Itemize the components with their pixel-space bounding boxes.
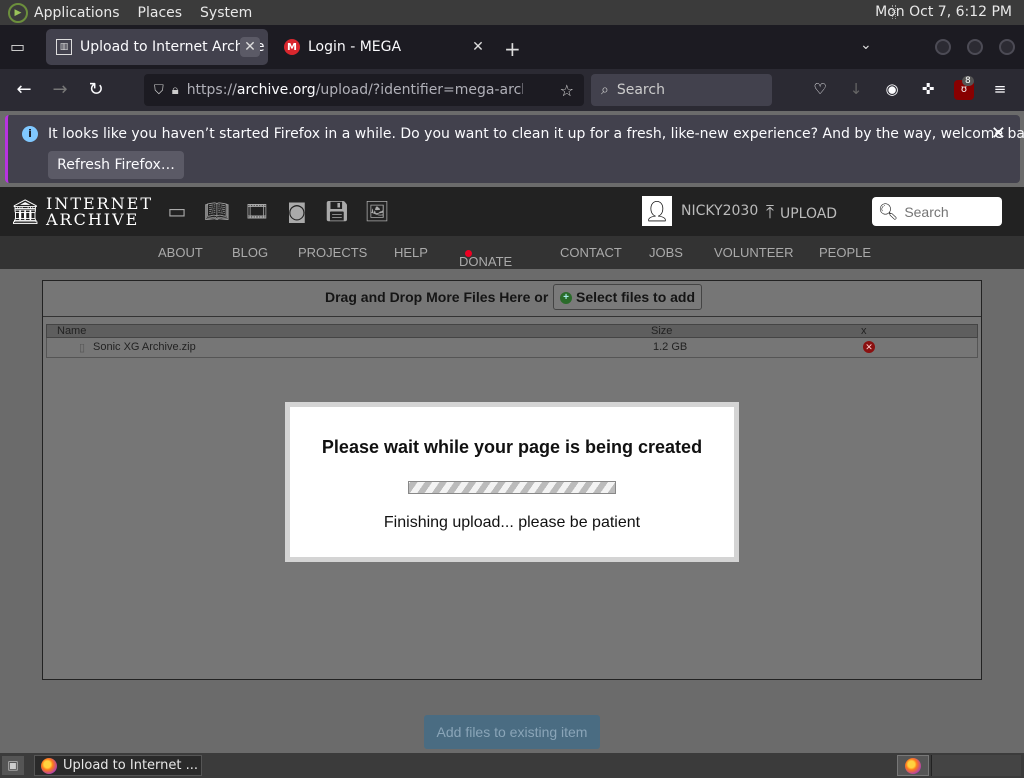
column-name: Name bbox=[57, 325, 87, 337]
nav-help[interactable]: HELP bbox=[394, 245, 428, 260]
chevron-down-icon[interactable]: ⌄ bbox=[860, 37, 872, 53]
upload-label: UPLOAD bbox=[779, 206, 838, 222]
table-row: ▯ Sonic XG Archive.zip 1.2 GB ✕ bbox=[46, 338, 978, 358]
nav-about[interactable]: ABOUT bbox=[158, 245, 203, 260]
nav-people[interactable]: PEOPLE bbox=[819, 245, 871, 260]
dialog-title: Please wait while your page is being cre… bbox=[321, 437, 703, 457]
file-size: 1.2 GB bbox=[653, 341, 688, 353]
tab-title: Login - MEGA bbox=[308, 39, 402, 55]
downloads-icon[interactable]: ↓ bbox=[846, 80, 866, 100]
pocket-icon[interactable]: ♡ bbox=[810, 80, 830, 100]
maximize-window-icon[interactable] bbox=[967, 39, 983, 55]
file-name: Sonic XG Archive.zip bbox=[93, 341, 196, 353]
close-window-icon[interactable] bbox=[999, 39, 1015, 55]
archive-icon: ▥ bbox=[56, 39, 72, 55]
file-icon: ▯ bbox=[79, 342, 86, 354]
dialog-status: Finishing upload... please be patient bbox=[383, 514, 641, 531]
progress-dialog: Please wait while your page is being cre… bbox=[285, 402, 739, 562]
audio-speaker-icon[interactable]: ◙ bbox=[284, 199, 310, 223]
workspace-2[interactable] bbox=[931, 755, 1021, 776]
distro-logo-icon[interactable]: ▶ bbox=[8, 2, 28, 23]
bookmark-star-icon[interactable]: ☆ bbox=[560, 81, 574, 100]
upload-link[interactable]: ⤒ UPLOAD bbox=[766, 202, 837, 223]
lock-icon[interactable]: 🔒︎ bbox=[172, 83, 179, 98]
search-placeholder: Search bbox=[616, 82, 665, 98]
software-floppy-icon[interactable]: 💾︎ bbox=[324, 199, 350, 223]
tab-bar: ▭ ▥ Upload to Internet Archive ✕ M Login… bbox=[0, 25, 1024, 69]
info-icon: i bbox=[22, 126, 38, 142]
texts-book-icon[interactable]: 📖︎ bbox=[204, 199, 230, 223]
url-bar[interactable]: ⛉ 🔒︎ https://archive.org/upload/?identif… bbox=[144, 74, 584, 106]
new-tab-icon[interactable]: + bbox=[504, 37, 521, 61]
search-icon: ⌕ bbox=[601, 82, 609, 98]
video-film-icon[interactable]: 🎞︎ bbox=[244, 199, 270, 223]
user-avatar-icon[interactable]: 👤︎ bbox=[642, 196, 672, 226]
account-icon[interactable]: ◉ bbox=[882, 80, 902, 100]
add-to-existing-button[interactable]: Add files to existing item bbox=[424, 715, 600, 749]
hamburger-menu-icon[interactable]: ≡ bbox=[990, 80, 1010, 100]
system-bottom-panel: ▣ Upload to Internet ... bbox=[0, 753, 1024, 778]
show-desktop-icon[interactable]: ▣ bbox=[2, 756, 24, 775]
nav-volunteer[interactable]: VOLUNTEER bbox=[714, 245, 793, 260]
navigation-bar: ← → ↻ ⛉ 🔒︎ https://archive.org/upload/?i… bbox=[0, 69, 1024, 111]
system-top-panel: ▶ Applications Places System Mon Oct 7, … bbox=[0, 0, 1024, 25]
remove-file-icon[interactable]: ✕ bbox=[863, 341, 875, 353]
taskbar-label: Upload to Internet ... bbox=[63, 758, 199, 773]
column-size: Size bbox=[651, 325, 673, 337]
back-icon[interactable]: ← bbox=[13, 79, 35, 101]
close-tab-icon[interactable]: ✕ bbox=[468, 37, 488, 57]
web-icon[interactable]: ▭ bbox=[164, 199, 190, 223]
mega-icon: M bbox=[284, 39, 300, 55]
table-header: Name Size x bbox=[46, 324, 978, 338]
plus-icon: + bbox=[560, 292, 572, 305]
close-tab-icon[interactable]: ✕ bbox=[240, 37, 260, 57]
url-text[interactable]: https://archive.org/upload/?identifier=m… bbox=[187, 82, 523, 98]
search-input[interactable]: ⌕ Search bbox=[591, 74, 772, 106]
archive-temple-icon: 🏛︎ bbox=[10, 198, 41, 226]
ia-search-box[interactable]: 🔍︎ bbox=[872, 197, 1002, 226]
refresh-firefox-button[interactable]: Refresh Firefox… bbox=[48, 151, 184, 179]
menu-system[interactable]: System bbox=[200, 5, 252, 21]
nav-contact[interactable]: CONTACT bbox=[560, 245, 622, 260]
firefox-icon bbox=[41, 758, 57, 774]
progress-bar bbox=[408, 481, 616, 494]
ia-nav-bar: ABOUT BLOG PROJECTS HELP DONATE CONTACT … bbox=[0, 236, 1024, 269]
column-remove: x bbox=[861, 325, 867, 337]
nav-jobs[interactable]: JOBS bbox=[649, 245, 683, 260]
shield-icon[interactable]: ⛉ bbox=[154, 83, 164, 98]
images-icon[interactable]: 🖼︎ bbox=[364, 199, 390, 223]
refresh-notification: i It looks like you haven’t started Fire… bbox=[5, 115, 1024, 183]
file-table: Name Size x ▯ Sonic XG Archive.zip 1.2 G… bbox=[46, 324, 978, 358]
menu-applications[interactable]: Applications bbox=[34, 5, 120, 21]
taskbar-firefox-window[interactable]: Upload to Internet ... bbox=[34, 755, 202, 776]
tab-mega-login[interactable]: M Login - MEGA ✕ bbox=[274, 29, 496, 65]
ia-search-input[interactable] bbox=[904, 203, 995, 220]
upload-icon: ⤒ bbox=[766, 202, 774, 223]
workspace-1[interactable] bbox=[897, 755, 929, 776]
ublock-badge: 8 bbox=[962, 76, 974, 86]
firefox-icon bbox=[905, 758, 921, 774]
clock[interactable]: Mon Oct 7, 6:12 PM bbox=[875, 4, 1012, 20]
close-notification-icon[interactable]: ✕ bbox=[991, 123, 1006, 144]
tab-title: Upload to Internet Archive bbox=[80, 39, 265, 55]
nav-blog[interactable]: BLOG bbox=[232, 245, 268, 260]
forward-icon[interactable]: → bbox=[49, 79, 71, 101]
ia-logo[interactable]: 🏛︎ INTERNET ARCHIVE bbox=[10, 196, 153, 228]
nav-donate[interactable]: DONATE bbox=[459, 245, 512, 269]
ia-top-bar: 🏛︎ INTERNET ARCHIVE ▭ 📖︎ 🎞︎ ◙ 💾︎ 🖼︎ bbox=[0, 187, 1024, 236]
reload-icon[interactable]: ↻ bbox=[85, 79, 107, 101]
menu-places[interactable]: Places bbox=[138, 5, 183, 21]
nav-projects[interactable]: PROJECTS bbox=[298, 245, 367, 260]
drop-text: Drag and Drop More Files Here or bbox=[325, 289, 549, 305]
minimize-window-icon[interactable] bbox=[935, 39, 951, 55]
tab-upload-archive[interactable]: ▥ Upload to Internet Archive ✕ bbox=[46, 29, 268, 65]
extensions-icon[interactable]: ✜ bbox=[918, 80, 938, 100]
logo-text-line2: ARCHIVE bbox=[46, 210, 140, 229]
notification-message: It looks like you haven’t started Firefo… bbox=[48, 126, 1024, 142]
username-link[interactable]: NICKY2030 bbox=[681, 203, 758, 219]
drop-zone[interactable]: Drag and Drop More Files Here or + Select… bbox=[43, 281, 981, 317]
select-files-button[interactable]: + Select files to add bbox=[553, 284, 703, 310]
tab-list-icon[interactable]: ▭ bbox=[10, 37, 30, 57]
search-icon: 🔍︎ bbox=[878, 202, 899, 221]
